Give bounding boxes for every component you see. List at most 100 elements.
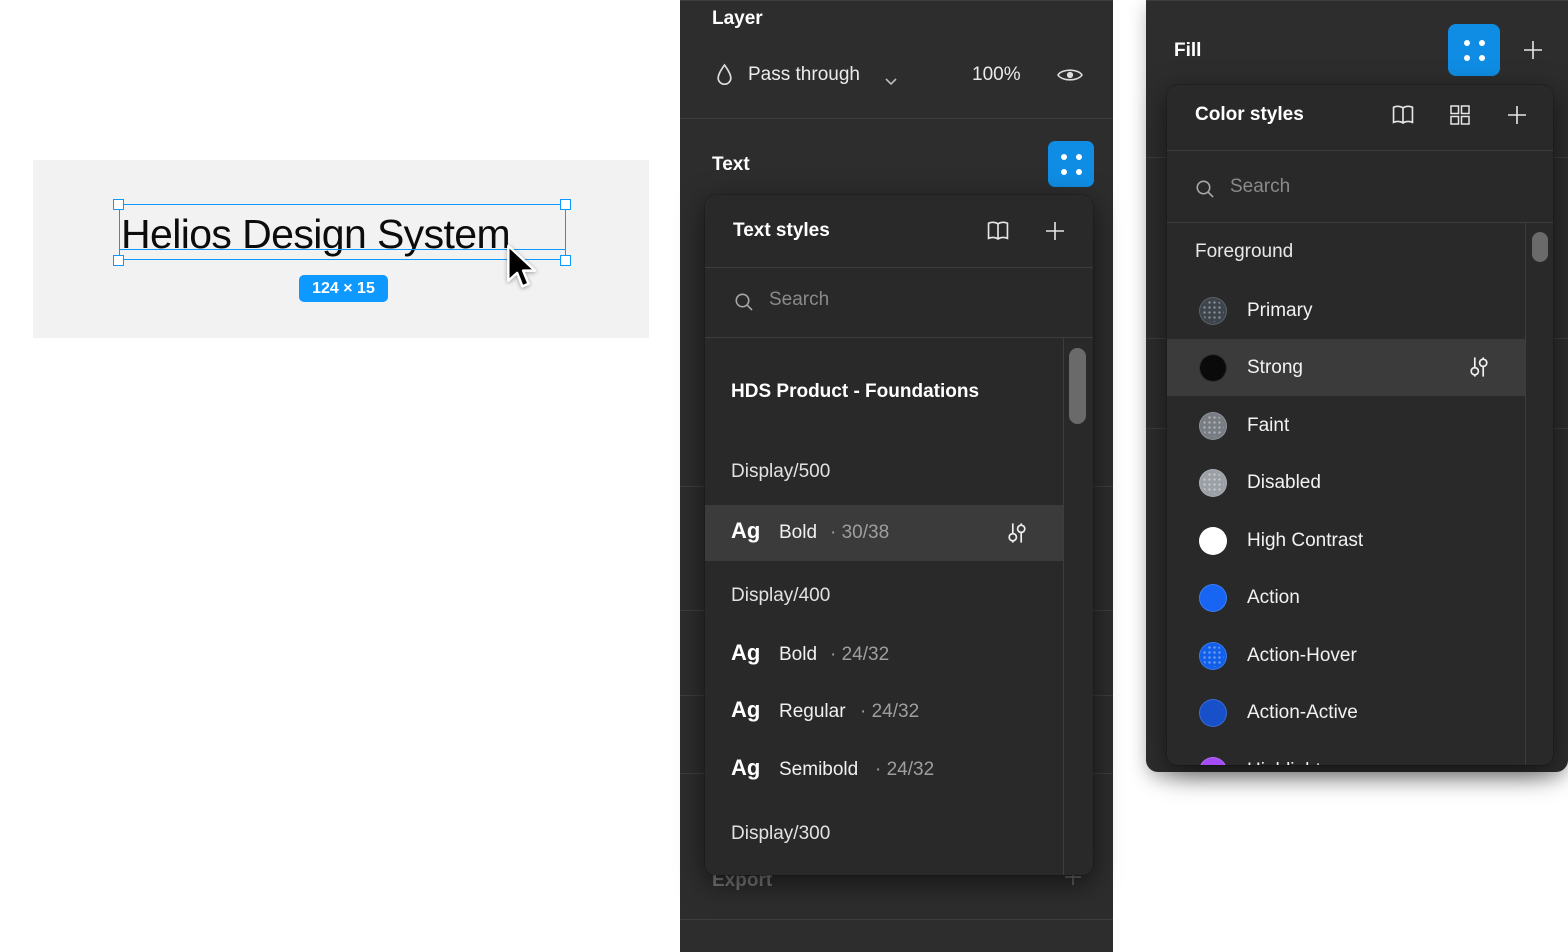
scrollbar-track[interactable] bbox=[1063, 337, 1064, 875]
search-icon bbox=[1194, 178, 1216, 205]
color-swatch bbox=[1199, 584, 1227, 612]
style-size: · 24/32 bbox=[860, 701, 919, 723]
style-group-label: Display/300 bbox=[731, 823, 830, 845]
style-size: · 24/32 bbox=[830, 644, 889, 666]
color-style-row[interactable]: High Contrast bbox=[1167, 512, 1525, 569]
color-style-label: Primary bbox=[1247, 300, 1312, 322]
style-sample: Ag bbox=[731, 755, 779, 781]
color-style-label: Strong bbox=[1247, 357, 1303, 379]
color-swatch bbox=[1199, 412, 1227, 440]
text-styles-search-input[interactable] bbox=[767, 288, 1011, 312]
library-name: HDS Product - Foundations bbox=[731, 381, 979, 403]
blend-mode-value: Pass through bbox=[748, 64, 860, 85]
add-text-style-icon[interactable] bbox=[1043, 219, 1067, 248]
style-sample: Ag bbox=[731, 518, 779, 544]
style-size: · 30/38 bbox=[830, 522, 889, 544]
add-fill-icon[interactable] bbox=[1520, 37, 1546, 68]
color-style-label: Action bbox=[1247, 587, 1300, 609]
color-style-row[interactable]: Action-Active bbox=[1167, 684, 1525, 741]
color-group-label: Foreground bbox=[1195, 241, 1293, 263]
color-style-label: Faint bbox=[1247, 415, 1289, 437]
section-divider bbox=[680, 118, 1113, 119]
size-badge: 124 × 15 bbox=[299, 275, 388, 302]
style-group-label: Display/400 bbox=[731, 585, 830, 607]
popup-divider bbox=[1167, 222, 1553, 223]
color-style-label: Action-Hover bbox=[1247, 645, 1357, 667]
chevron-down-icon[interactable] bbox=[884, 73, 898, 91]
four-dots-icon bbox=[1061, 154, 1082, 175]
section-divider bbox=[680, 919, 1113, 920]
style-group-label: Display/500 bbox=[731, 461, 830, 483]
color-swatch bbox=[1199, 757, 1227, 766]
scrollbar-thumb[interactable] bbox=[1532, 232, 1548, 262]
text-styles-button[interactable] bbox=[1048, 141, 1094, 187]
color-style-label: High Contrast bbox=[1247, 530, 1363, 552]
blend-mode-dropdown[interactable]: Pass through bbox=[748, 64, 860, 86]
color-swatch bbox=[1199, 469, 1227, 497]
color-style-row[interactable]: Disabled bbox=[1167, 454, 1525, 511]
style-size: · 24/32 bbox=[875, 759, 934, 781]
fill-panel: Fill Color styles bbox=[1146, 0, 1568, 772]
text-styles-popup-title: Text styles bbox=[733, 220, 830, 242]
popup-divider bbox=[705, 267, 1093, 268]
text-style-row[interactable]: Ag Semibold · 24/32 bbox=[705, 742, 1063, 798]
color-swatch bbox=[1199, 527, 1227, 555]
selection-handle-top-right[interactable] bbox=[560, 199, 571, 210]
color-style-row[interactable]: Highlight bbox=[1167, 742, 1525, 765]
visibility-eye-icon[interactable] bbox=[1056, 66, 1084, 89]
style-sample: Ag bbox=[731, 640, 779, 666]
add-color-style-icon[interactable] bbox=[1505, 103, 1529, 132]
library-book-icon[interactable] bbox=[985, 220, 1011, 247]
popup-divider bbox=[1167, 150, 1553, 151]
color-style-row[interactable]: Primary bbox=[1167, 282, 1525, 339]
opacity-input[interactable]: 100% bbox=[972, 64, 1024, 86]
scrollbar-thumb[interactable] bbox=[1069, 348, 1086, 424]
color-style-label: Disabled bbox=[1247, 472, 1321, 494]
selection-handle-bottom-right[interactable] bbox=[560, 255, 571, 266]
selection-baseline-line bbox=[119, 249, 566, 250]
layer-section-title: Layer bbox=[712, 8, 763, 30]
color-styles-popup-title: Color styles bbox=[1195, 104, 1304, 126]
blend-mode-droplet-icon bbox=[716, 63, 733, 91]
four-dots-icon bbox=[1464, 40, 1485, 61]
selection-bounding-box[interactable] bbox=[119, 204, 566, 260]
panel-top-divider bbox=[1146, 0, 1568, 1]
color-styles-popup: Color styles bbox=[1167, 85, 1553, 765]
library-book-icon[interactable] bbox=[1390, 104, 1416, 131]
color-style-label: Action-Active bbox=[1247, 702, 1358, 724]
color-swatch bbox=[1199, 699, 1227, 727]
fill-styles-button[interactable] bbox=[1448, 24, 1500, 76]
style-weight: Semibold bbox=[779, 759, 858, 781]
figma-workspace: Helios Design System 124 × 15 Layer Pass… bbox=[0, 0, 1568, 952]
text-style-row[interactable]: Ag Regular · 24/32 bbox=[705, 684, 1063, 740]
text-style-row[interactable]: Ag Bold · 24/32 bbox=[705, 627, 1063, 683]
style-weight: Regular bbox=[779, 701, 846, 723]
fill-section-title: Fill bbox=[1174, 40, 1201, 62]
color-style-row[interactable]: Action bbox=[1167, 569, 1525, 626]
grid-view-icon[interactable] bbox=[1448, 103, 1472, 132]
search-icon bbox=[733, 291, 755, 318]
color-style-row[interactable]: Faint bbox=[1167, 397, 1525, 454]
style-settings-sliders-icon[interactable] bbox=[1005, 521, 1029, 550]
selection-handle-bottom-left[interactable] bbox=[113, 255, 124, 266]
selection-handle-top-left[interactable] bbox=[113, 199, 124, 210]
color-styles-search-input[interactable] bbox=[1228, 175, 1472, 199]
color-swatch bbox=[1199, 642, 1227, 670]
color-swatch bbox=[1199, 297, 1227, 325]
color-style-row[interactable]: Action-Hover bbox=[1167, 627, 1525, 684]
properties-panel: Layer Pass through 100% Text bbox=[680, 0, 1113, 952]
color-style-label: Highlight bbox=[1247, 760, 1321, 766]
style-sample: Ag bbox=[731, 697, 779, 723]
text-section-title: Text bbox=[712, 154, 750, 176]
style-weight: Bold bbox=[779, 522, 817, 544]
panel-top-divider bbox=[680, 0, 1113, 1]
text-style-row-selected[interactable]: Ag Bold · 30/38 bbox=[705, 505, 1063, 561]
mouse-cursor-icon bbox=[506, 244, 538, 294]
color-swatch bbox=[1199, 354, 1227, 382]
scrollbar-track[interactable] bbox=[1525, 222, 1526, 765]
style-weight: Bold bbox=[779, 644, 817, 666]
text-styles-popup: Text styles bbox=[705, 195, 1093, 875]
style-settings-sliders-icon[interactable] bbox=[1467, 355, 1491, 384]
popup-divider bbox=[705, 337, 1093, 338]
color-style-row-selected[interactable]: Strong bbox=[1167, 339, 1525, 396]
